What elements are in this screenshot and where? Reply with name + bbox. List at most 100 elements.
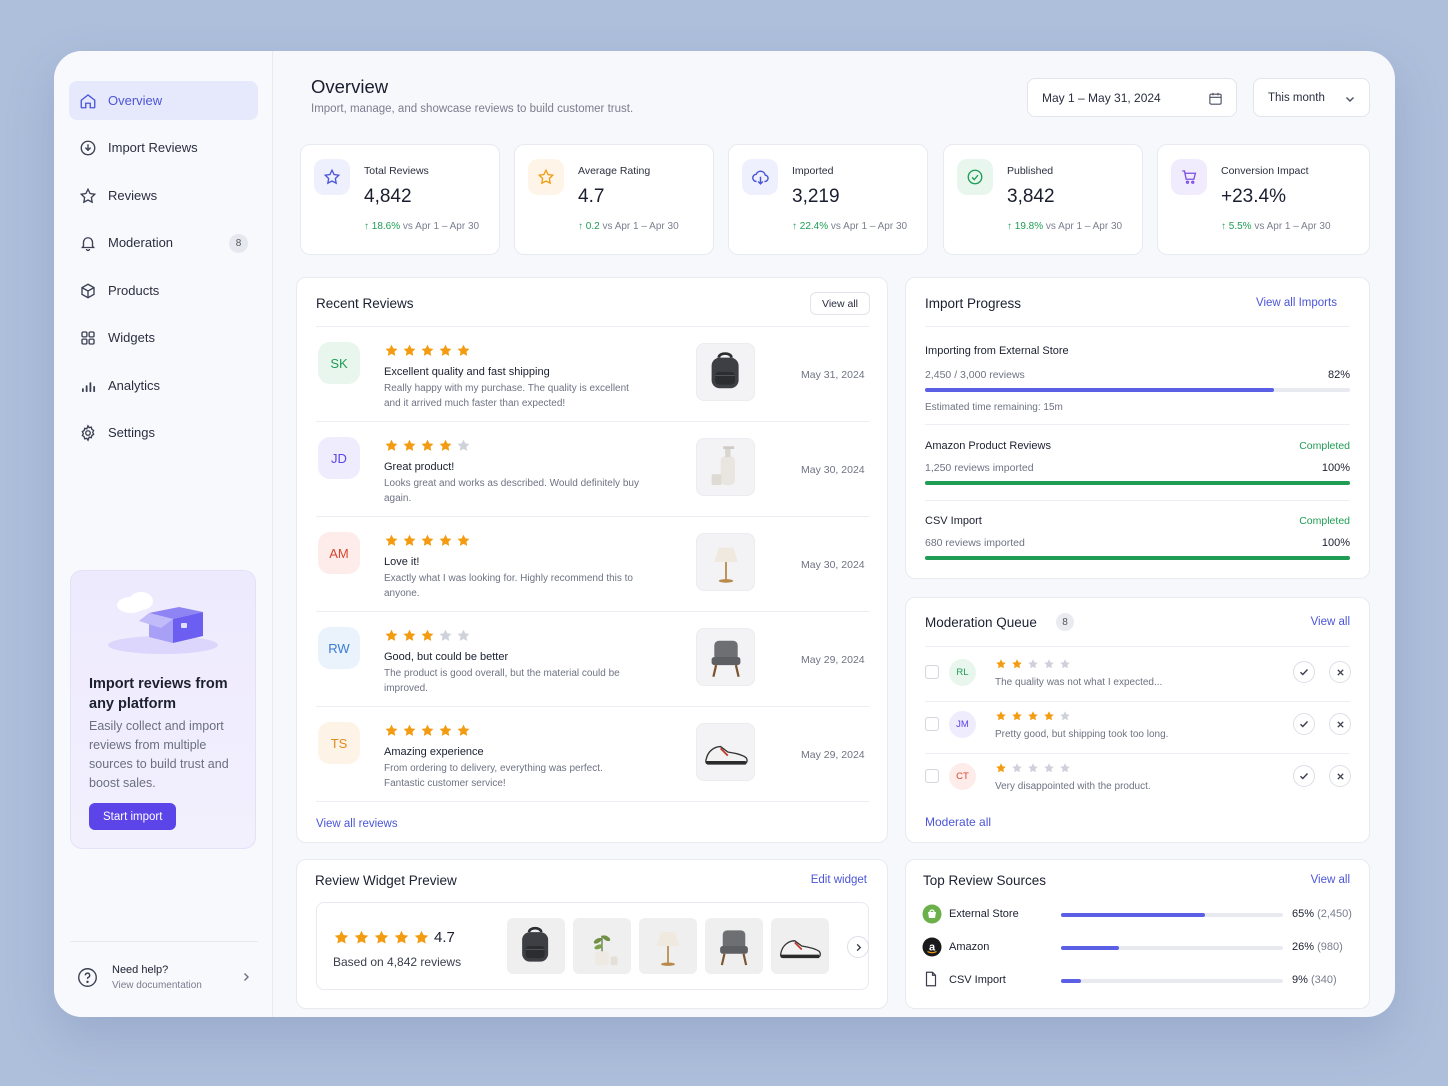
stat-change-value: 5.5% bbox=[1228, 221, 1252, 232]
select-checkbox[interactable] bbox=[925, 665, 939, 679]
rating-stars bbox=[384, 438, 471, 453]
stat-card-published: Published 3,842 ↑ 19.8% vs Apr 1 – Apr 3… bbox=[943, 144, 1143, 255]
import-name: CSV Import bbox=[925, 515, 982, 527]
sidebar-item-import-reviews[interactable]: Import Reviews bbox=[69, 128, 258, 167]
stat-compare: vs Apr 1 – Apr 30 bbox=[602, 221, 679, 232]
edit-widget-link[interactable]: Edit widget bbox=[811, 874, 867, 886]
star-filled-icon bbox=[354, 930, 369, 944]
lamp-image bbox=[713, 547, 738, 583]
reject-button[interactable] bbox=[1329, 661, 1351, 683]
promo-title: Import reviews from any platform bbox=[89, 676, 228, 712]
star-icon bbox=[314, 159, 350, 195]
lamp-image bbox=[656, 932, 680, 966]
widget-thumbnail[interactable] bbox=[639, 918, 697, 974]
moderate-all-link[interactable]: Moderate all bbox=[925, 815, 991, 829]
reject-button[interactable] bbox=[1329, 765, 1351, 787]
check-icon bbox=[1300, 773, 1309, 780]
home-icon bbox=[80, 93, 96, 108]
review-row[interactable]: AM Love it! Exactly what I was looking for… bbox=[297, 516, 889, 612]
widget-thumbnail[interactable] bbox=[507, 918, 565, 974]
moderation-count-badge: 8 bbox=[229, 234, 248, 253]
approve-button[interactable] bbox=[1293, 713, 1315, 735]
product-thumbnail bbox=[696, 438, 755, 496]
reviewer-avatar: TS bbox=[318, 722, 360, 764]
source-share-fill bbox=[1061, 946, 1119, 950]
star-filled-icon bbox=[1012, 659, 1022, 669]
review-row[interactable]: SK Excellent quality and fast shipping Rea… bbox=[297, 326, 889, 422]
stat-label: Total Reviews bbox=[364, 165, 429, 177]
star-filled-icon bbox=[414, 930, 429, 944]
import-detail: 2,450 / 3,000 reviews bbox=[925, 369, 1025, 381]
star-filled-icon bbox=[421, 344, 434, 356]
box-cloud-illustration bbox=[108, 592, 218, 654]
approve-button[interactable] bbox=[1293, 765, 1315, 787]
next-slide-button[interactable] bbox=[847, 936, 869, 958]
star-filled-icon bbox=[421, 724, 434, 736]
sidebar-item-analytics[interactable]: Analytics bbox=[69, 366, 258, 405]
review-date: May 29, 2024 bbox=[801, 749, 865, 761]
reviewer-avatar: JM bbox=[949, 711, 976, 738]
store-icon bbox=[922, 904, 942, 924]
star-empty-icon bbox=[439, 629, 452, 641]
sidebar-item-products[interactable]: Products bbox=[69, 271, 258, 310]
sidebar-item-settings[interactable]: Settings bbox=[69, 413, 258, 452]
chair-image bbox=[720, 930, 748, 966]
import-percent: 100% bbox=[1321, 462, 1350, 474]
review-date: May 29, 2024 bbox=[801, 654, 865, 666]
stat-card-conversion-impact: Conversion Impact +23.4% ↑ 5.5% vs Apr 1… bbox=[1157, 144, 1370, 255]
grid-icon bbox=[81, 330, 95, 345]
help-link[interactable]: Need help? View documentation bbox=[70, 941, 258, 993]
select-checkbox[interactable] bbox=[925, 769, 939, 783]
sidebar-item-widgets[interactable]: Widgets bbox=[69, 318, 258, 357]
sidebar-item-overview[interactable]: Overview bbox=[69, 81, 258, 120]
calendar-icon bbox=[1209, 92, 1222, 105]
sources-view-all-link[interactable]: View all bbox=[1311, 874, 1350, 886]
start-import-button[interactable]: Start import bbox=[89, 803, 177, 830]
review-text: Looks great and works as described. Woul… bbox=[384, 478, 639, 504]
import-progress-fill bbox=[925, 388, 1274, 392]
select-checkbox[interactable] bbox=[925, 717, 939, 731]
widget-thumbnail[interactable] bbox=[573, 918, 631, 974]
review-date: May 31, 2024 bbox=[801, 369, 865, 381]
widget-preview-frame: 4.7 Based on 4,842 reviews bbox=[316, 902, 869, 990]
sidebar-item-reviews[interactable]: Reviews bbox=[69, 176, 258, 215]
import-detail: 1,250 reviews imported bbox=[925, 462, 1034, 474]
chart-icon bbox=[82, 381, 96, 392]
import-eta: Estimated time remaining: 15m bbox=[925, 402, 1063, 413]
star-filled-icon bbox=[403, 439, 416, 451]
review-row[interactable]: RW Good, but could be better The product i… bbox=[297, 611, 889, 707]
view-all-reviews-button[interactable]: View all bbox=[810, 292, 870, 315]
file-icon bbox=[925, 971, 937, 987]
date-range-picker[interactable]: May 1 – May 31, 2024 bbox=[1027, 78, 1237, 117]
period-select[interactable]: This month bbox=[1253, 78, 1370, 117]
gear-icon bbox=[81, 423, 95, 442]
review-row[interactable]: TS Amazing experience From ordering to del… bbox=[297, 706, 889, 802]
widget-thumbnail[interactable] bbox=[771, 918, 829, 974]
reject-button[interactable] bbox=[1329, 713, 1351, 735]
star-filled-icon bbox=[394, 930, 409, 944]
view-all-imports-link[interactable]: View all Imports bbox=[1256, 297, 1337, 309]
moderation-text: Very disappointed with the product. bbox=[995, 781, 1151, 792]
view-all-reviews-link[interactable]: View all reviews bbox=[316, 818, 398, 830]
sidebar-item-label: Analytics bbox=[108, 378, 161, 393]
stat-value: 4,842 bbox=[364, 186, 412, 207]
recent-reviews-title: Recent Reviews bbox=[316, 296, 414, 311]
source-percent: 9% (340) bbox=[1292, 974, 1337, 986]
widget-thumbnail[interactable] bbox=[705, 918, 763, 974]
star-empty-icon bbox=[1028, 763, 1038, 773]
bottle-image bbox=[711, 446, 735, 485]
review-text: Exactly what I was looking for. Highly r… bbox=[384, 573, 633, 599]
date-range-value: May 1 – May 31, 2024 bbox=[1042, 90, 1161, 105]
star-filled-icon bbox=[403, 344, 416, 356]
rating-stars bbox=[995, 762, 1071, 774]
source-share-fill bbox=[1061, 913, 1206, 917]
source-row: a Amazon 26% (980) bbox=[906, 937, 1371, 967]
import-percent: 82% bbox=[1327, 369, 1350, 381]
review-title: Love it! bbox=[384, 556, 420, 568]
approve-button[interactable] bbox=[1293, 661, 1315, 683]
top-sources-title: Top Review Sources bbox=[923, 873, 1047, 888]
review-row[interactable]: JD Great product! Looks great and works as… bbox=[297, 421, 889, 517]
moderation-view-all-link[interactable]: View all bbox=[1311, 616, 1350, 628]
star-filled-icon bbox=[1044, 711, 1054, 721]
sidebar-item-moderation[interactable]: Moderation 8 bbox=[69, 223, 258, 262]
